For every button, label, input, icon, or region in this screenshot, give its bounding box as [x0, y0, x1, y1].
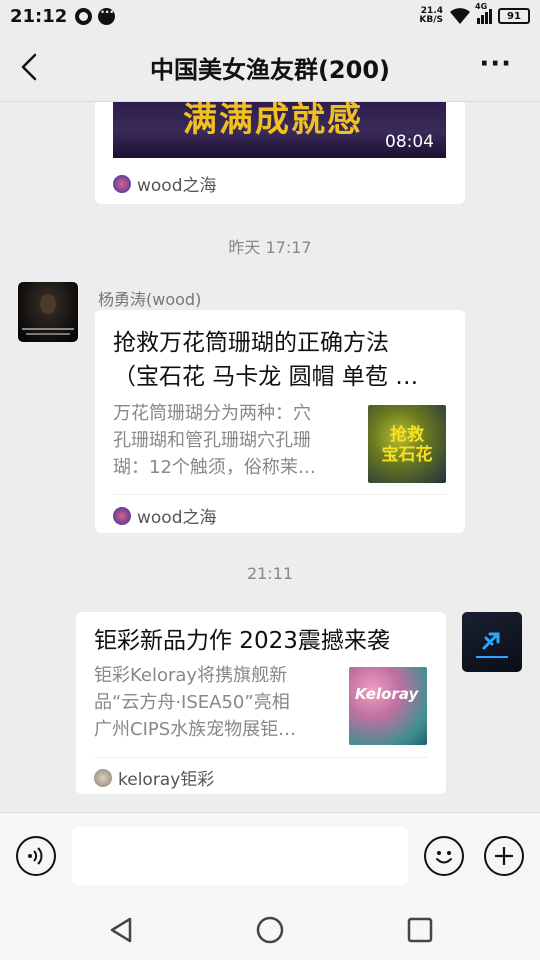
arrow-logo-icon: [476, 632, 508, 658]
video-thumbnail[interactable]: 满满成就感 08:04: [113, 102, 446, 158]
cell-signal-icon: 4G: [475, 2, 492, 24]
more-functions-button[interactable]: [484, 836, 524, 876]
nav-home-icon[interactable]: [256, 916, 284, 944]
article-title-line: 抢救万花筒珊瑚的正确方法: [113, 330, 389, 356]
video-message-card[interactable]: 满满成就感 08:04 wood之海: [95, 102, 465, 204]
thumbnail-caption-line: 抢救: [390, 425, 424, 445]
description-line: 孔珊瑚和管孔珊瑚穴孔珊: [113, 430, 311, 451]
article-message-card-self[interactable]: 钜彩新品力作 2023震撼来袭 钜彩Keloray将携旗舰新 品“云方舟·ISE…: [76, 612, 446, 794]
thumbnail-caption: Keloray: [355, 685, 419, 703]
thumbnail-caption: 抢救 宝石花: [368, 425, 446, 465]
emoji-button[interactable]: [424, 836, 464, 876]
article-source: keloray钜彩: [94, 765, 214, 790]
status-time: 21:12: [10, 5, 68, 27]
smiley-icon: [436, 851, 452, 864]
description-line: 万花筒珊瑚分为两种：穴: [113, 403, 311, 424]
video-source: wood之海: [113, 171, 217, 196]
network-speed-unit: KB/S: [419, 15, 443, 25]
article-title: 钜彩新品力作 2023震撼来袭: [94, 628, 390, 654]
more-options-button[interactable]: ···: [479, 51, 512, 77]
network-speed: 21.4 KB/S: [419, 7, 443, 25]
article-source: wood之海: [113, 503, 217, 528]
thumbnail-caption-line: 宝石花: [381, 445, 433, 465]
sender-avatar[interactable]: [18, 282, 78, 342]
article-title-line: （宝石花 马卡龙 圆帽 单苞 …: [113, 364, 419, 390]
system-nav-bar: [0, 900, 540, 960]
chat-message-list[interactable]: 满满成就感 08:04 wood之海 昨天 17:17 杨勇涛(wood) 抢救…: [0, 102, 540, 812]
source-avatar: [94, 768, 112, 787]
source-avatar: [113, 506, 131, 525]
source-name: wood之海: [137, 508, 217, 528]
self-avatar[interactable]: [462, 612, 522, 672]
divider: [94, 757, 428, 758]
article-message-card[interactable]: 抢救万花筒珊瑚的正确方法 （宝石花 马卡龙 圆帽 单苞 … 万花筒珊瑚分为两种：…: [95, 310, 465, 533]
source-name: wood之海: [137, 176, 217, 196]
input-bar: [0, 812, 540, 900]
article-description: 钜彩Keloray将携旗舰新 品“云方舟·ISEA50”亮相 广州CIPS水族宠…: [94, 662, 334, 743]
description-line: 品“云方舟·ISEA50”亮相: [94, 692, 290, 713]
article-description: 万花筒珊瑚分为两种：穴 孔珊瑚和管孔珊瑚穴孔珊 瑚：12个触须，俗称茉…: [113, 400, 353, 481]
video-duration: 08:04: [385, 132, 434, 152]
notification-icons: [75, 5, 116, 25]
wifi-icon: [450, 8, 470, 24]
battery-level: 91: [507, 10, 521, 22]
chat-header: 中国美女渔友群(200) ···: [0, 32, 540, 102]
status-bar: 21:12 21.4 KB/S 4G 91: [0, 0, 540, 32]
signal-label: 4G: [475, 1, 488, 11]
description-line: 瑚：12个触须，俗称茉…: [113, 457, 316, 478]
divider: [113, 494, 447, 495]
status-right: 21.4 KB/S 4G 91: [419, 2, 530, 25]
source-name: keloray钜彩: [118, 770, 215, 790]
article-title: 抢救万花筒珊瑚的正确方法 （宝石花 马卡龙 圆帽 单苞 …: [113, 326, 453, 394]
nav-recents-icon[interactable]: [407, 916, 433, 944]
message-notification-icon: [98, 5, 116, 25]
timestamp: 昨天 17:17: [228, 238, 312, 257]
chat-title: 中国美女渔友群(200): [149, 56, 391, 84]
voice-button[interactable]: [16, 836, 56, 876]
article-thumbnail: 抢救 宝石花: [368, 405, 446, 483]
sender-name: 杨勇涛(wood): [98, 290, 202, 309]
description-line: 广州CIPS水族宠物展钜…: [94, 719, 297, 740]
article-thumbnail: Keloray: [349, 667, 427, 745]
description-line: 钜彩Keloray将携旗舰新: [94, 665, 288, 686]
video-overlay-text: 满满成就感: [183, 102, 363, 140]
battery-icon: 91: [498, 8, 530, 24]
nav-back-icon[interactable]: [108, 916, 134, 944]
message-input[interactable]: [72, 827, 408, 885]
notification-app-icon: [75, 7, 93, 25]
voice-icon: [28, 847, 43, 865]
more-icon: ···: [479, 49, 512, 79]
timestamp: 21:11: [246, 564, 294, 583]
source-avatar: [113, 174, 131, 193]
plus-icon: [495, 847, 513, 865]
